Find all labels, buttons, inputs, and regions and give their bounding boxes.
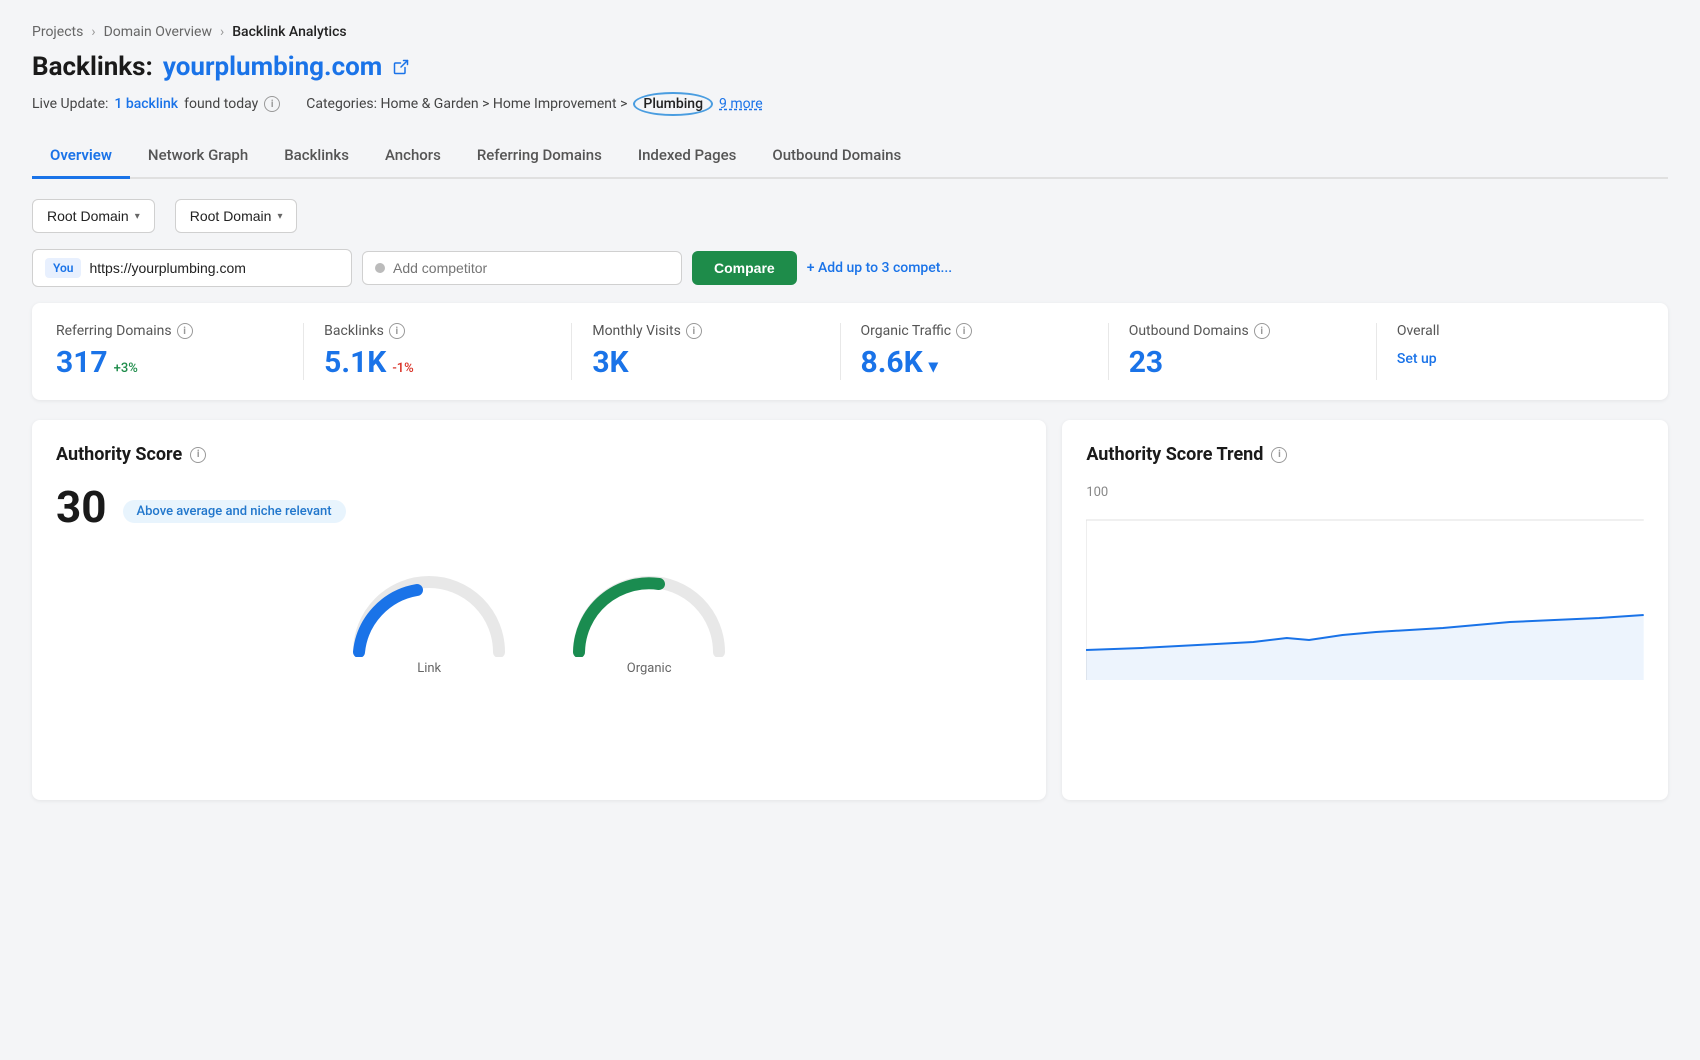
compare-button[interactable]: Compare	[692, 251, 797, 285]
page-title-row: Backlinks: yourplumbing.com	[32, 52, 1668, 82]
your-url-input-wrapper: You	[32, 249, 352, 287]
breadcrumb-domain-overview[interactable]: Domain Overview	[104, 24, 212, 40]
metric-referring-domains-info[interactable]: i	[177, 323, 193, 339]
your-url-input[interactable]	[89, 260, 329, 276]
domain-name: yourplumbing.com	[163, 52, 382, 82]
metric-monthly-visits-label: Monthly Visits	[592, 323, 680, 339]
tab-indexed-pages[interactable]: Indexed Pages	[620, 136, 755, 179]
nav-tabs: Overview Network Graph Backlinks Anchors…	[32, 136, 1668, 179]
more-categories-link[interactable]: 9 more	[719, 96, 763, 112]
metric-referring-domains-label: Referring Domains	[56, 323, 172, 339]
metric-organic-traffic-value: 8.6K	[861, 345, 923, 380]
filter2-label: Root Domain	[190, 208, 272, 224]
metric-monthly-visits: Monthly Visits i 3K	[572, 323, 840, 380]
trend-panel-title: Authority Score Trend i	[1086, 444, 1644, 465]
url-inputs-row: You Compare + Add up to 3 compet...	[32, 249, 1668, 287]
metric-overall: Overall Set up	[1377, 323, 1644, 380]
filter-dropdown-1[interactable]: Root Domain ▾	[32, 199, 155, 233]
metric-backlinks-label: Backlinks	[324, 323, 384, 339]
external-link-icon[interactable]	[392, 58, 410, 76]
metric-organic-traffic-info[interactable]: i	[956, 323, 972, 339]
gauge-organic: Organic	[569, 557, 729, 676]
breadcrumb-sep-1: ›	[91, 24, 95, 40]
trend-panel-info-icon[interactable]: i	[1271, 447, 1287, 463]
metric-outbound-domains-value: 23	[1129, 345, 1163, 380]
tab-anchors[interactable]: Anchors	[367, 136, 459, 179]
authority-score-trend-panel: Authority Score Trend i 100	[1062, 420, 1668, 800]
authority-score-info-icon[interactable]: i	[190, 447, 206, 463]
chevron-down-icon-1: ▾	[135, 211, 140, 222]
competitor-input-wrapper	[362, 251, 682, 285]
bottom-panels: Authority Score i 30 Above average and n…	[32, 420, 1668, 800]
metric-backlinks-value: 5.1K	[324, 345, 386, 380]
tab-outbound-domains[interactable]: Outbound Domains	[754, 136, 919, 179]
metric-outbound-domains-label: Outbound Domains	[1129, 323, 1249, 339]
tab-backlinks[interactable]: Backlinks	[266, 136, 367, 179]
tab-network-graph[interactable]: Network Graph	[130, 136, 266, 179]
tab-overview[interactable]: Overview	[32, 136, 130, 179]
gray-dot-icon	[375, 263, 385, 273]
authority-score-title: Authority Score i	[56, 444, 1022, 465]
metric-backlinks: Backlinks i 5.1K -1%	[304, 323, 572, 380]
live-update-prefix: Live Update:	[32, 96, 108, 112]
metric-backlinks-change: -1%	[392, 361, 413, 376]
filter-dropdown-2[interactable]: Root Domain ▾	[175, 199, 298, 233]
breadcrumb-projects[interactable]: Projects	[32, 24, 83, 40]
chevron-down-icon-2: ▾	[277, 211, 282, 222]
tab-referring-domains[interactable]: Referring Domains	[459, 136, 620, 179]
trend-y-label: 100	[1086, 485, 1644, 500]
metric-outbound-domains: Outbound Domains i 23	[1109, 323, 1377, 380]
breadcrumb: Projects › Domain Overview › Backlink An…	[32, 24, 1668, 40]
organic-traffic-dropdown-icon[interactable]: ▾	[929, 356, 938, 377]
live-update-suffix: found today	[184, 96, 258, 112]
metric-overall-setup[interactable]: Set up	[1397, 343, 1437, 367]
add-competitor-link[interactable]: + Add up to 3 compet...	[807, 260, 952, 276]
you-badge: You	[45, 258, 81, 278]
metrics-strip: Referring Domains i 317 +3% Backlinks i …	[32, 303, 1668, 400]
trend-chart-area	[1086, 510, 1644, 710]
metric-organic-traffic: Organic Traffic i 8.6K ▾	[841, 323, 1109, 380]
metric-referring-domains-value: 317	[56, 345, 108, 380]
live-update-bar: Live Update: 1 backlink found today i Ca…	[32, 92, 1668, 116]
metric-referring-domains-change: +3%	[114, 361, 138, 376]
gauge-link: Link	[349, 557, 509, 676]
breadcrumb-sep-2: ›	[220, 24, 224, 40]
authority-score-badge: Above average and niche relevant	[123, 500, 346, 523]
gauge-link-label: Link	[349, 661, 509, 676]
categories-text: Categories: Home & Garden > Home Improve…	[306, 96, 627, 112]
page-container: Projects › Domain Overview › Backlink An…	[0, 0, 1700, 1060]
breadcrumb-backlink-analytics: Backlink Analytics	[232, 24, 346, 40]
page-title-prefix: Backlinks:	[32, 52, 153, 82]
filter1-label: Root Domain	[47, 208, 129, 224]
metric-overall-label: Overall	[1397, 323, 1440, 339]
live-update-info-icon[interactable]: i	[264, 96, 280, 112]
plumbing-category[interactable]: Plumbing	[633, 92, 713, 116]
authority-score-value: 30	[56, 481, 107, 533]
metric-referring-domains: Referring Domains i 317 +3%	[56, 323, 304, 380]
metric-outbound-domains-info[interactable]: i	[1254, 323, 1270, 339]
gauge-area: Link Organic	[56, 557, 1022, 676]
filter-row: Root Domain ▾ Root Domain ▾	[32, 199, 1668, 233]
competitor-input[interactable]	[393, 260, 633, 276]
metric-organic-traffic-label: Organic Traffic	[861, 323, 952, 339]
metric-monthly-visits-info[interactable]: i	[686, 323, 702, 339]
gauge-organic-label: Organic	[569, 661, 729, 676]
metric-monthly-visits-value: 3K	[592, 345, 628, 380]
authority-score-panel: Authority Score i 30 Above average and n…	[32, 420, 1046, 800]
live-update-count[interactable]: 1 backlink	[114, 96, 178, 112]
metric-backlinks-info[interactable]: i	[389, 323, 405, 339]
